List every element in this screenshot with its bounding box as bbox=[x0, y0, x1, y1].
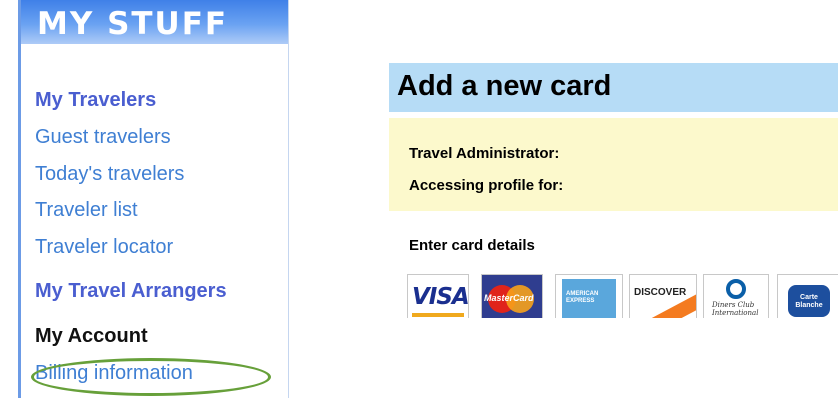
visa-stripe bbox=[412, 313, 464, 317]
billing-information-link[interactable]: Billing information bbox=[35, 362, 193, 385]
amex-logo-text: AMERICAN EXPRESS bbox=[566, 291, 599, 304]
traveler-list-link[interactable]: Traveler list bbox=[35, 199, 138, 222]
carte-blanche-logo-text: Carte Blanche bbox=[795, 294, 823, 309]
traveler-locator-link[interactable]: Traveler locator bbox=[35, 236, 173, 259]
my-account-heading: My Account bbox=[35, 325, 148, 347]
main-panel: Add a new card Travel Administrator: Acc… bbox=[389, 0, 838, 398]
my-travelers-heading[interactable]: My Travelers bbox=[35, 89, 156, 112]
accessing-profile-label: Accessing profile for: bbox=[409, 177, 564, 194]
title-bar: Add a new card bbox=[389, 63, 838, 112]
profile-info-box: Travel Administrator: Accessing profile … bbox=[389, 118, 838, 211]
mastercard-logo-text: MasterCard bbox=[484, 293, 534, 303]
discover-logo[interactable]: DISCOVER bbox=[629, 274, 697, 318]
enter-card-details-heading: Enter card details bbox=[409, 237, 535, 254]
amex-logo[interactable]: AMERICAN EXPRESS bbox=[555, 274, 623, 318]
page-title: Add a new card bbox=[397, 70, 612, 102]
todays-travelers-link[interactable]: Today's travelers bbox=[35, 163, 184, 186]
carte-blanche-logo[interactable]: Carte Blanche bbox=[777, 274, 838, 318]
visa-logo-text: VISA bbox=[412, 284, 469, 310]
sidebar: MY STUFF My Travelers Guest travelers To… bbox=[18, 0, 289, 398]
sidebar-header: MY STUFF bbox=[21, 0, 288, 44]
visa-logo[interactable]: VISA bbox=[407, 274, 469, 318]
mastercard-logo[interactable]: MasterCard bbox=[481, 274, 543, 318]
diners-club-logo[interactable]: Diners Club International bbox=[703, 274, 769, 318]
sidebar-header-title: MY STUFF bbox=[37, 6, 229, 42]
my-travel-arrangers-heading[interactable]: My Travel Arrangers bbox=[35, 280, 227, 303]
discover-logo-text: DISCOVER bbox=[634, 287, 687, 298]
diners-club-circle bbox=[726, 279, 746, 299]
diners-club-logo-text: Diners Club International bbox=[712, 301, 759, 317]
guest-travelers-link[interactable]: Guest travelers bbox=[35, 126, 171, 149]
card-logos: VISA MasterCard AMERICAN EXPRESS DISCOVE… bbox=[407, 274, 838, 318]
travel-administrator-label: Travel Administrator: bbox=[409, 145, 560, 162]
